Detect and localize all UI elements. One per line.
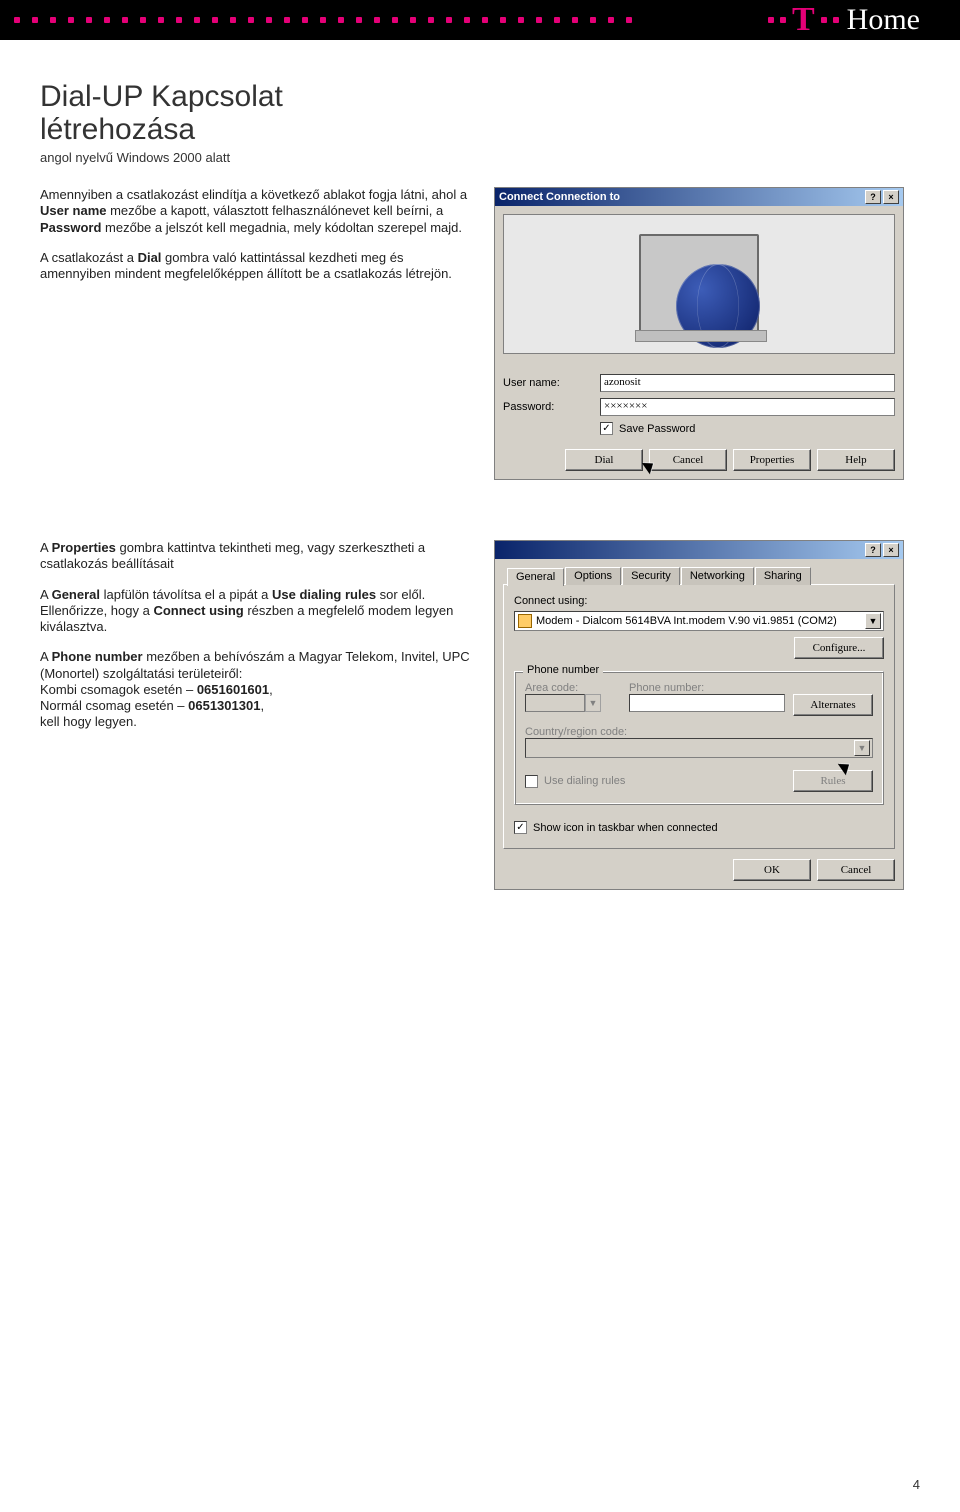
phone-number-group: Phone number Area code: ▼ bbox=[514, 671, 884, 805]
page-subtitle: angol nyelvű Windows 2000 alatt bbox=[40, 150, 920, 165]
monitor-icon bbox=[639, 234, 759, 334]
chevron-down-icon: ▼ bbox=[854, 740, 870, 756]
help-button[interactable]: Help bbox=[817, 449, 895, 471]
t-logo-glyph: T bbox=[792, 3, 815, 37]
properties-dialog-titlebar[interactable]: ? × bbox=[495, 541, 903, 559]
configure-button[interactable]: Configure... bbox=[794, 637, 884, 659]
paragraph-4: A General lapfülön távolítsa el a pipát … bbox=[40, 587, 470, 636]
ok-button[interactable]: OK bbox=[733, 859, 811, 881]
username-input[interactable]: azonosit bbox=[600, 374, 895, 392]
cancel-button[interactable]: Cancel bbox=[817, 859, 895, 881]
connect-using-combo[interactable]: Modem - Dialcom 5614BVA Int.modem V.90 v… bbox=[514, 611, 884, 631]
properties-dialog: ? × General Options Security Networking … bbox=[494, 540, 904, 890]
tab-panel-general: Connect using: Modem - Dialcom 5614BVA I… bbox=[503, 584, 895, 849]
connect-dialog-titlebar[interactable]: Connect Connection to ? × bbox=[495, 188, 903, 206]
cancel-button[interactable]: Cancel bbox=[649, 449, 727, 471]
brand-header: T Home bbox=[0, 0, 960, 40]
show-icon-label: Show icon in taskbar when connected bbox=[533, 822, 718, 834]
paragraph-5: A Phone number mezőben a behívószám a Ma… bbox=[40, 649, 470, 730]
title-line1: Dial-UP Kapcsolat bbox=[40, 80, 283, 113]
tab-options[interactable]: Options bbox=[565, 567, 621, 585]
area-code-label: Area code: bbox=[525, 682, 615, 694]
connect-dialog-title: Connect Connection to bbox=[499, 191, 863, 203]
properties-button[interactable]: Properties bbox=[733, 449, 811, 471]
chevron-down-icon: ▼ bbox=[585, 694, 601, 712]
t-logo: T bbox=[768, 3, 839, 37]
use-dialing-rules-label: Use dialing rules bbox=[544, 775, 625, 787]
brand-home-word: Home bbox=[847, 3, 920, 37]
password-input[interactable]: ××××××× bbox=[600, 398, 895, 416]
connect-using-value: Modem - Dialcom 5614BVA Int.modem V.90 v… bbox=[536, 615, 861, 627]
phone-number-legend: Phone number bbox=[523, 664, 603, 676]
phone-number-input[interactable] bbox=[629, 694, 785, 712]
tab-general[interactable]: General bbox=[507, 568, 564, 586]
alternates-button[interactable]: Alternates bbox=[793, 694, 873, 716]
username-label: User name: bbox=[503, 377, 588, 389]
save-password-label: Save Password bbox=[619, 423, 695, 435]
connect-dialog: Connect Connection to ? × User name: azo… bbox=[494, 187, 904, 480]
use-dialing-rules-checkbox[interactable]: ✓ bbox=[525, 775, 538, 788]
phone-number-label: Phone number: bbox=[629, 682, 873, 694]
tabs: General Options Security Networking Shar… bbox=[503, 567, 895, 585]
dial-button[interactable]: Dial bbox=[565, 449, 643, 471]
tab-sharing[interactable]: Sharing bbox=[755, 567, 811, 585]
properties-dialog-title bbox=[499, 544, 863, 556]
help-icon[interactable]: ? bbox=[865, 190, 881, 204]
show-icon-checkbox[interactable]: ✓ bbox=[514, 821, 527, 834]
globe-icon bbox=[676, 264, 760, 348]
page-number: 4 bbox=[913, 1477, 920, 1492]
cursor-icon bbox=[841, 760, 853, 778]
help-icon[interactable]: ? bbox=[865, 543, 881, 557]
header-dots bbox=[14, 17, 768, 23]
area-code-input bbox=[525, 694, 585, 712]
close-icon[interactable]: × bbox=[883, 190, 899, 204]
save-password-checkbox[interactable]: ✓ bbox=[600, 422, 613, 435]
page-title: Dial-UP Kapcsolat létrehozása bbox=[40, 80, 920, 146]
title-line2: létrehozása bbox=[40, 113, 195, 146]
paragraph-2: A csatlakozást a Dial gombra való kattin… bbox=[40, 250, 470, 283]
close-icon[interactable]: × bbox=[883, 543, 899, 557]
chevron-down-icon[interactable]: ▼ bbox=[865, 613, 881, 629]
tab-networking[interactable]: Networking bbox=[681, 567, 754, 585]
cursor-icon bbox=[645, 459, 657, 477]
connect-illustration bbox=[503, 214, 895, 354]
country-region-label: Country/region code: bbox=[525, 726, 873, 738]
rules-button: Rules bbox=[793, 770, 873, 792]
modem-icon bbox=[518, 614, 532, 628]
country-region-combo: ▼ bbox=[525, 738, 873, 758]
tab-security[interactable]: Security bbox=[622, 567, 680, 585]
paragraph-1: Amennyiben a csatlakozást elindítja a kö… bbox=[40, 187, 470, 236]
paragraph-3: A Properties gombra kattintva tekintheti… bbox=[40, 540, 470, 573]
password-label: Password: bbox=[503, 401, 588, 413]
connect-using-label: Connect using: bbox=[514, 595, 884, 607]
